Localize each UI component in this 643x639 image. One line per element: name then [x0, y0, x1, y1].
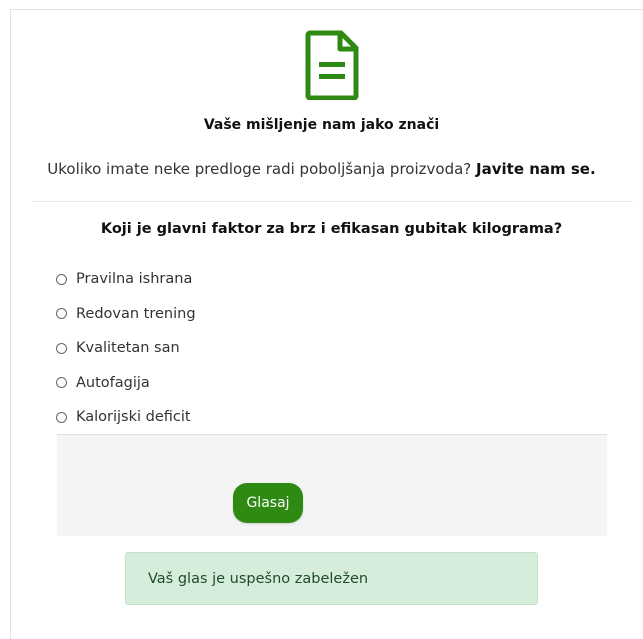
poll-option[interactable]: Autofagija — [56, 366, 196, 401]
radio-button[interactable] — [56, 342, 67, 354]
radio-button[interactable] — [56, 273, 67, 285]
poll-question: Koji je glavni faktor za brz i efikasan … — [100, 221, 563, 237]
option-label: Autofagija — [76, 374, 150, 391]
radio-button[interactable] — [56, 377, 67, 389]
poll-option[interactable]: Kvalitetan san — [56, 331, 196, 366]
document-icon — [305, 30, 359, 100]
vote-button[interactable]: Glasaj — [233, 483, 303, 523]
option-label: Kalorijski deficit — [76, 409, 191, 426]
poll-option[interactable]: Pravilna ishrana — [56, 262, 196, 297]
poll-subtitle: Ukoliko imate neke predloge radi poboljš… — [0, 160, 643, 178]
vote-area: Glasaj — [57, 434, 607, 536]
option-label: Kvalitetan san — [76, 340, 180, 357]
radio-button[interactable] — [56, 411, 67, 423]
option-label: Pravilna ishrana — [76, 271, 193, 288]
divider — [32, 201, 633, 202]
subtitle-text: Ukoliko imate neke predloge radi poboljš… — [47, 160, 472, 178]
success-message: Vaš glas je uspešno zabeležen — [148, 570, 369, 587]
radio-button[interactable] — [56, 308, 67, 320]
poll-option[interactable]: Redovan trening — [56, 297, 196, 332]
contact-link[interactable]: Javite nam se. — [476, 160, 596, 178]
poll-options: Pravilna ishrana Redovan trening Kvalite… — [56, 262, 196, 435]
poll-title: Vaše mišljenje nam jako znači — [203, 117, 440, 133]
poll-option[interactable]: Kalorijski deficit — [56, 400, 196, 435]
option-label: Redovan trening — [76, 305, 196, 322]
success-alert: Vaš glas je uspešno zabeležen — [125, 552, 538, 605]
